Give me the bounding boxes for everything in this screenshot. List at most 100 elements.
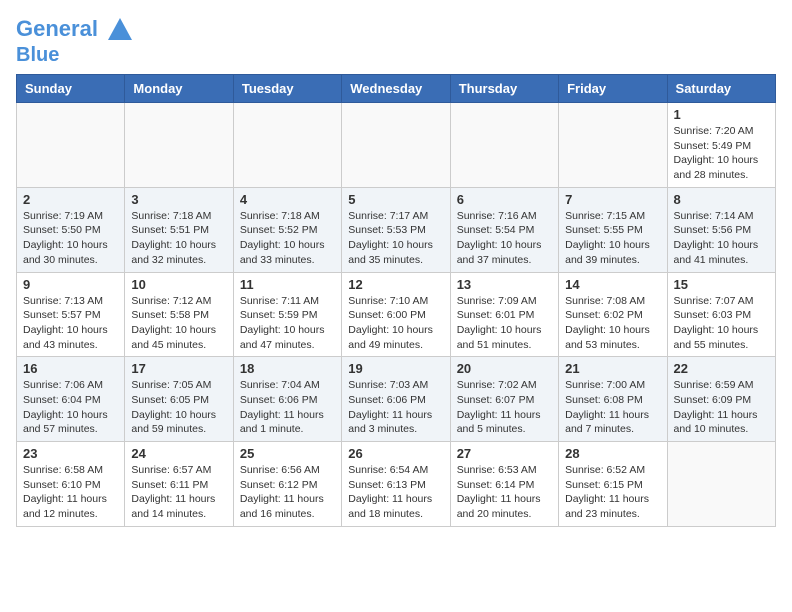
calendar-cell: 25 Sunrise: 6:56 AM Sunset: 6:12 PM Dayli… [233,442,341,527]
calendar-cell: 3Sunrise: 7:18 AM Sunset: 5:51 PM Daylig… [125,187,233,272]
day-info: Sunrise: 7:09 AM Sunset: 6:01 PM Dayligh… [457,294,552,353]
calendar-week-row: 1 Sunrise: 7:20 AM Sunset: 5:49 PM Daylig… [17,103,776,188]
weekday-header: Thursday [450,75,558,103]
day-number: 15 [674,277,769,292]
day-number: 26 [348,446,443,461]
calendar-cell: 20 Sunrise: 7:02 AM Sunset: 6:07 PM Dayli… [450,357,558,442]
day-info: Sunrise: 7:14 AM Sunset: 5:56 PM Dayligh… [674,209,769,268]
calendar-cell: 17 Sunrise: 7:05 AM Sunset: 6:05 PM Dayli… [125,357,233,442]
day-number: 21 [565,361,660,376]
weekday-header-row: SundayMondayTuesdayWednesdayThursdayFrid… [17,75,776,103]
day-info: Sunrise: 6:59 AM Sunset: 6:09 PM Dayligh… [674,378,769,437]
day-info: Sunrise: 7:20 AM Sunset: 5:49 PM Dayligh… [674,124,769,183]
day-info: Sunrise: 7:18 AM Sunset: 5:51 PM Dayligh… [131,209,226,268]
day-info: Sunrise: 6:58 AM Sunset: 6:10 PM Dayligh… [23,463,118,522]
day-info: Sunrise: 7:13 AM Sunset: 5:57 PM Dayligh… [23,294,118,353]
calendar-cell: 5Sunrise: 7:17 AM Sunset: 5:53 PM Daylig… [342,187,450,272]
day-info: Sunrise: 7:06 AM Sunset: 6:04 PM Dayligh… [23,378,118,437]
day-number: 5 [348,192,443,207]
day-info: Sunrise: 7:19 AM Sunset: 5:50 PM Dayligh… [23,209,118,268]
day-info: Sunrise: 7:15 AM Sunset: 5:55 PM Dayligh… [565,209,660,268]
calendar-week-row: 9 Sunrise: 7:13 AM Sunset: 5:57 PM Daylig… [17,272,776,357]
calendar-cell: 1 Sunrise: 7:20 AM Sunset: 5:49 PM Daylig… [667,103,775,188]
day-info: Sunrise: 7:16 AM Sunset: 5:54 PM Dayligh… [457,209,552,268]
calendar-cell: 13 Sunrise: 7:09 AM Sunset: 6:01 PM Dayli… [450,272,558,357]
calendar-cell: 19 Sunrise: 7:03 AM Sunset: 6:06 PM Dayli… [342,357,450,442]
day-number: 14 [565,277,660,292]
calendar-cell: 23 Sunrise: 6:58 AM Sunset: 6:10 PM Dayli… [17,442,125,527]
day-info: Sunrise: 7:10 AM Sunset: 6:00 PM Dayligh… [348,294,443,353]
day-number: 22 [674,361,769,376]
calendar-week-row: 2 Sunrise: 7:19 AM Sunset: 5:50 PM Daylig… [17,187,776,272]
calendar-cell [559,103,667,188]
day-info: Sunrise: 7:11 AM Sunset: 5:59 PM Dayligh… [240,294,335,353]
calendar-cell: 22 Sunrise: 6:59 AM Sunset: 6:09 PM Dayli… [667,357,775,442]
day-number: 27 [457,446,552,461]
calendar-cell: 8 Sunrise: 7:14 AM Sunset: 5:56 PM Daylig… [667,187,775,272]
day-number: 9 [23,277,118,292]
weekday-header: Saturday [667,75,775,103]
day-info: Sunrise: 6:54 AM Sunset: 6:13 PM Dayligh… [348,463,443,522]
day-info: Sunrise: 7:02 AM Sunset: 6:07 PM Dayligh… [457,378,552,437]
calendar-cell: 21Sunrise: 7:00 AM Sunset: 6:08 PM Dayli… [559,357,667,442]
day-info: Sunrise: 6:52 AM Sunset: 6:15 PM Dayligh… [565,463,660,522]
weekday-header: Tuesday [233,75,341,103]
day-number: 13 [457,277,552,292]
day-number: 2 [23,192,118,207]
day-info: Sunrise: 7:07 AM Sunset: 6:03 PM Dayligh… [674,294,769,353]
weekday-header: Friday [559,75,667,103]
day-number: 10 [131,277,226,292]
calendar-week-row: 23 Sunrise: 6:58 AM Sunset: 6:10 PM Dayli… [17,442,776,527]
calendar-cell: 28 Sunrise: 6:52 AM Sunset: 6:15 PM Dayli… [559,442,667,527]
day-info: Sunrise: 7:03 AM Sunset: 6:06 PM Dayligh… [348,378,443,437]
calendar-cell: 26 Sunrise: 6:54 AM Sunset: 6:13 PM Dayli… [342,442,450,527]
calendar-cell: 9 Sunrise: 7:13 AM Sunset: 5:57 PM Daylig… [17,272,125,357]
day-number: 24 [131,446,226,461]
page-header: General Blue [16,16,776,66]
day-number: 20 [457,361,552,376]
calendar-cell: 10 Sunrise: 7:12 AM Sunset: 5:58 PM Dayli… [125,272,233,357]
day-info: Sunrise: 7:12 AM Sunset: 5:58 PM Dayligh… [131,294,226,353]
day-info: Sunrise: 6:57 AM Sunset: 6:11 PM Dayligh… [131,463,226,522]
calendar-cell: 27Sunrise: 6:53 AM Sunset: 6:14 PM Dayli… [450,442,558,527]
day-number: 16 [23,361,118,376]
day-number: 18 [240,361,335,376]
day-number: 1 [674,107,769,122]
calendar-table: SundayMondayTuesdayWednesdayThursdayFrid… [16,74,776,527]
calendar-week-row: 16 Sunrise: 7:06 AM Sunset: 6:04 PM Dayli… [17,357,776,442]
weekday-header: Monday [125,75,233,103]
day-info: Sunrise: 7:05 AM Sunset: 6:05 PM Dayligh… [131,378,226,437]
day-number: 11 [240,277,335,292]
calendar-cell [667,442,775,527]
calendar-cell [450,103,558,188]
calendar-cell [17,103,125,188]
day-info: Sunrise: 7:18 AM Sunset: 5:52 PM Dayligh… [240,209,335,268]
calendar-cell: 6 Sunrise: 7:16 AM Sunset: 5:54 PM Daylig… [450,187,558,272]
calendar-cell [342,103,450,188]
day-number: 23 [23,446,118,461]
logo-text: General [16,16,134,44]
day-number: 8 [674,192,769,207]
calendar-cell: 4 Sunrise: 7:18 AM Sunset: 5:52 PM Daylig… [233,187,341,272]
weekday-header: Sunday [17,75,125,103]
calendar-cell: 14 Sunrise: 7:08 AM Sunset: 6:02 PM Dayli… [559,272,667,357]
calendar-cell: 2 Sunrise: 7:19 AM Sunset: 5:50 PM Daylig… [17,187,125,272]
calendar-cell [125,103,233,188]
calendar-cell: 24 Sunrise: 6:57 AM Sunset: 6:11 PM Dayli… [125,442,233,527]
calendar-cell [233,103,341,188]
day-number: 6 [457,192,552,207]
day-number: 17 [131,361,226,376]
day-number: 25 [240,446,335,461]
logo: General Blue [16,16,134,66]
day-number: 19 [348,361,443,376]
calendar-cell: 7 Sunrise: 7:15 AM Sunset: 5:55 PM Daylig… [559,187,667,272]
logo-text2: Blue [16,44,134,66]
day-number: 7 [565,192,660,207]
day-info: Sunrise: 7:04 AM Sunset: 6:06 PM Dayligh… [240,378,335,437]
day-info: Sunrise: 7:08 AM Sunset: 6:02 PM Dayligh… [565,294,660,353]
calendar-cell: 11 Sunrise: 7:11 AM Sunset: 5:59 PM Dayli… [233,272,341,357]
day-number: 28 [565,446,660,461]
day-number: 4 [240,192,335,207]
day-info: Sunrise: 6:56 AM Sunset: 6:12 PM Dayligh… [240,463,335,522]
calendar-cell: 15 Sunrise: 7:07 AM Sunset: 6:03 PM Dayli… [667,272,775,357]
